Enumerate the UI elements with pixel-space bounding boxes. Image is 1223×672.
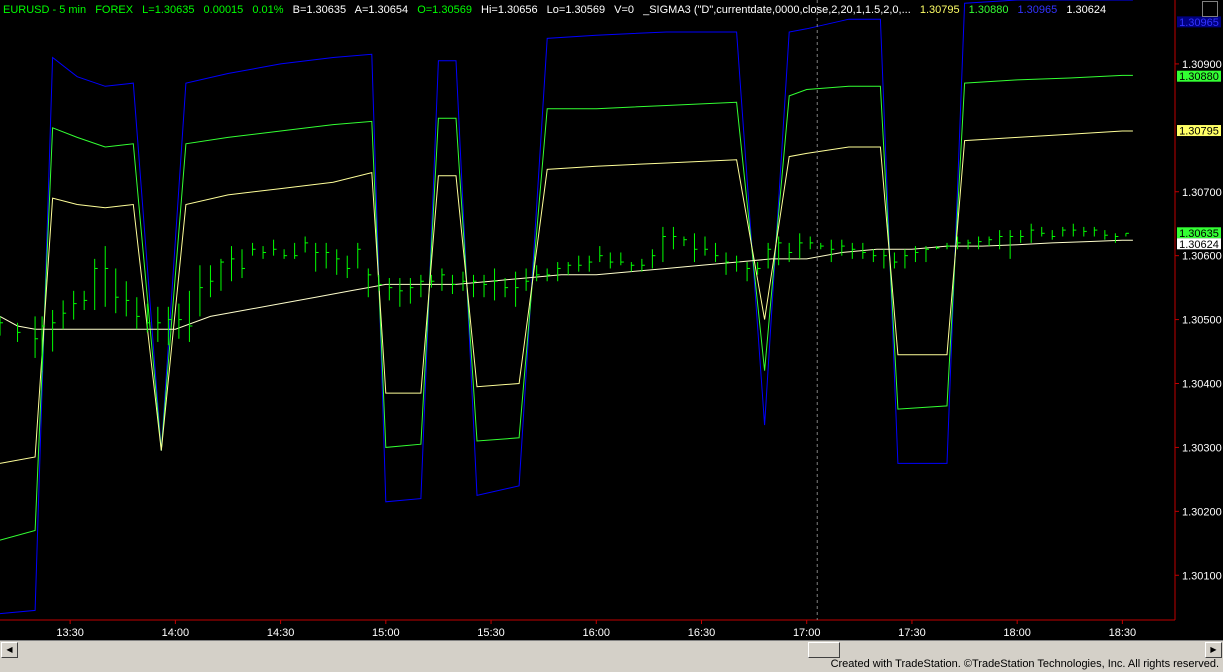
y-tick-label: 1.30200 xyxy=(1182,506,1222,518)
x-tick-label: 18:00 xyxy=(1003,627,1031,639)
footer-copyright: Created with TradeStation. ©TradeStation… xyxy=(830,658,1219,670)
y-tick-label: 1.30100 xyxy=(1182,570,1222,582)
net-change: 0.00015 xyxy=(204,4,244,16)
y-tick-label: 1.30300 xyxy=(1182,442,1222,454)
svg-text:1.30624: 1.30624 xyxy=(1179,239,1219,251)
svg-text:1.30795: 1.30795 xyxy=(1179,126,1219,138)
svg-text:1.30965: 1.30965 xyxy=(1179,17,1219,29)
indicator-value-3: 1.30965 xyxy=(1018,4,1058,16)
x-tick-label: 16:30 xyxy=(688,627,716,639)
x-tick-label: 15:30 xyxy=(477,627,505,639)
scrollbar-thumb[interactable] xyxy=(808,642,840,658)
open: O=1.30569 xyxy=(417,4,472,16)
x-tick-label: 17:30 xyxy=(898,627,926,639)
svg-text:1.30880: 1.30880 xyxy=(1179,71,1219,83)
y-tick-label: 1.30500 xyxy=(1182,315,1222,327)
x-tick-label: 14:30 xyxy=(267,627,295,639)
pct-change: 0.01% xyxy=(252,4,283,16)
price-label: 1.30624 xyxy=(1177,238,1221,251)
price-label: 1.30965 xyxy=(1177,16,1221,29)
indicator-value-2: 1.30880 xyxy=(969,4,1009,16)
scroll-left-icon[interactable]: ◀ xyxy=(1,642,18,658)
x-tick-label: 17:00 xyxy=(793,627,821,639)
chart-background xyxy=(0,0,1223,640)
price-label: 1.30795 xyxy=(1177,125,1221,138)
y-tick-label: 1.30600 xyxy=(1182,251,1222,263)
horizontal-scrollbar[interactable]: ◀ ▶ xyxy=(0,640,1223,658)
symbol: EURUSD - 5 min xyxy=(3,4,86,16)
y-tick-label: 1.30400 xyxy=(1182,379,1222,391)
x-tick-label: 18:30 xyxy=(1109,627,1137,639)
x-tick-label: 14:00 xyxy=(162,627,190,639)
bid: B=1.30635 xyxy=(293,4,347,16)
price-label: 1.30880 xyxy=(1177,70,1221,83)
x-tick-label: 16:00 xyxy=(583,627,611,639)
footer: Created with TradeStation. ©TradeStation… xyxy=(0,658,1223,672)
maximize-icon[interactable] xyxy=(1202,1,1218,17)
high: Hi=1.30656 xyxy=(481,4,538,16)
volume: V=0 xyxy=(614,4,634,16)
y-tick-label: 1.30900 xyxy=(1182,59,1222,71)
y-tick-label: 1.30700 xyxy=(1182,187,1222,199)
market: FOREX xyxy=(95,4,134,16)
last-price: L=1.30635 xyxy=(142,4,194,16)
indicator-name: _SIGMA3 ("D",currentdate,0000,close,2,20… xyxy=(642,4,911,16)
indicator-value-4: 1.30624 xyxy=(1066,4,1106,16)
low: Lo=1.30569 xyxy=(547,4,605,16)
ask: A=1.30654 xyxy=(355,4,409,16)
header-line: EURUSD - 5 min FOREX L=1.30635 0.00015 0… xyxy=(3,4,1106,16)
price-chart[interactable]: 1.30900 1.30700 1.30600 1.30500 1.30400 1.303… xyxy=(0,0,1223,640)
indicator-value-1: 1.30795 xyxy=(920,4,960,16)
scroll-right-icon[interactable]: ▶ xyxy=(1205,642,1222,658)
x-tick-label: 15:00 xyxy=(372,627,400,639)
x-tick-label: 13:30 xyxy=(56,627,84,639)
